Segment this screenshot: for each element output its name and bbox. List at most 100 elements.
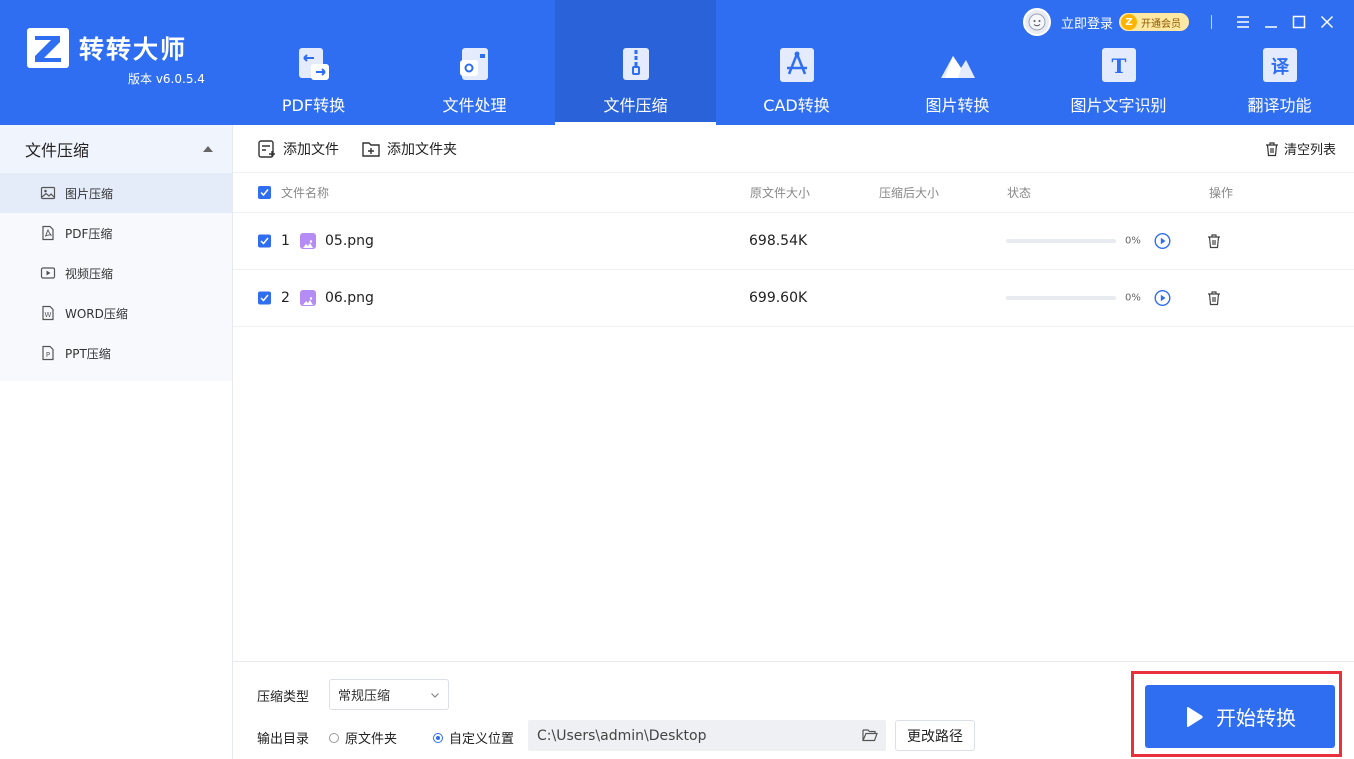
add-file-icon (258, 139, 275, 158)
main-panel: 添加文件 添加文件夹 清空列表 文件名称 原文件大小 压缩后大小 状态 操作 1… (233, 125, 1354, 661)
sidebar-item-pdf-compress[interactable]: PDF压缩 (0, 213, 232, 253)
play-circle-icon[interactable] (1154, 289, 1171, 307)
settings-panel: 压缩类型 常规压缩 输出目录 原文件夹 自定义位置 C:\Users\admin… (233, 661, 1354, 759)
nav-label: 图片文字识别 (1070, 96, 1167, 115)
app-brand: 转转大师 (79, 35, 188, 64)
sidebar-item-word-compress[interactable]: W WORD压缩 (0, 293, 232, 333)
output-path-field[interactable]: C:\Users\admin\Desktop (528, 720, 886, 751)
file-toolbar: 添加文件 添加文件夹 清空列表 (233, 125, 1354, 173)
compress-type-value: 常规压缩 (338, 689, 391, 704)
nav-image-convert[interactable]: 图片转换 (877, 0, 1038, 125)
vip-label: 开通会员 (1141, 18, 1181, 30)
radio-dot (433, 732, 443, 743)
app-header: 转转大师 版本 v6.0.5.4 PDF转换 文件处理 文件压缩 CAD转换 图… (0, 0, 1354, 125)
user-face-icon (1028, 13, 1046, 31)
sidebar-item-label: PDF压缩 (65, 226, 113, 241)
sidebar-section-header[interactable]: 文件压缩 (0, 125, 232, 173)
window-topbar: 立即登录 Z 开通会员 (1022, 8, 1334, 36)
sidebar-item-video-compress[interactable]: 视频压缩 (0, 253, 232, 293)
translate-icon: 译 (1262, 48, 1297, 82)
png-file-icon (300, 233, 316, 249)
file-orig-size: 699.60K (749, 290, 808, 306)
nav-label: 文件处理 (442, 96, 507, 115)
ppt-icon: P (42, 345, 54, 361)
table-row: 2 06.png 699.60K 0% (233, 270, 1354, 327)
radio-custom-label: 自定义位置 (449, 732, 515, 747)
image-icon (40, 186, 56, 200)
clear-list-button[interactable]: 清空列表 (1264, 139, 1336, 158)
ocr-icon: T (1101, 48, 1136, 82)
delete-icon[interactable] (1206, 290, 1222, 306)
row-index: 1 (281, 233, 290, 249)
login-link[interactable]: 立即登录 (1061, 13, 1113, 32)
chevron-down-icon (431, 693, 439, 698)
compress-type-select[interactable]: 常规压缩 (329, 679, 449, 710)
nav-file-process[interactable]: 文件处理 (394, 0, 555, 125)
radio-custom-location[interactable]: 自定义位置 (433, 728, 514, 747)
change-path-button[interactable]: 更改路径 (895, 720, 975, 751)
sidebar-item-label: WORD压缩 (65, 306, 128, 321)
col-header-name[interactable]: 文件名称 (281, 184, 329, 201)
file-process-icon (459, 48, 488, 80)
clear-list-label: 清空列表 (1283, 143, 1336, 158)
sidebar-item-image-compress[interactable]: 图片压缩 (0, 173, 232, 213)
checkmark-icon (260, 237, 269, 245)
play-circle-icon[interactable] (1154, 232, 1171, 250)
progress-percent: 0% (1125, 292, 1141, 304)
add-file-button[interactable]: 添加文件 (257, 139, 339, 159)
avatar[interactable] (1022, 8, 1051, 36)
nav-cad-convert[interactable]: CAD转换 (716, 0, 877, 125)
radio-original-label: 原文件夹 (345, 732, 398, 747)
pdf-icon (42, 225, 54, 241)
radio-dot (329, 732, 339, 743)
app-logo-icon (27, 28, 69, 68)
start-button-highlight: 开始转换 (1131, 671, 1342, 757)
nav-file-compress[interactable]: 文件压缩 (555, 0, 716, 125)
close-icon[interactable] (1320, 15, 1334, 29)
collapse-up-icon[interactable] (202, 145, 214, 153)
folder-open-icon[interactable] (862, 728, 878, 742)
row-checkbox[interactable] (258, 291, 271, 305)
file-name: 05.png (325, 233, 374, 249)
pdf-convert-icon (298, 48, 329, 80)
maximize-icon[interactable] (1292, 15, 1306, 29)
sidebar: 文件压缩 图片压缩 PDF压缩 视频压缩 W WORD压缩 P PPT压缩 (0, 125, 233, 759)
row-index: 2 (281, 290, 290, 306)
nav-label: 文件压缩 (603, 96, 668, 115)
start-convert-button[interactable]: 开始转换 (1145, 685, 1335, 748)
nav-pdf-convert[interactable]: PDF转换 (233, 0, 394, 125)
checkmark-icon (260, 189, 269, 197)
output-dir-label: 输出目录 (257, 732, 310, 747)
col-header-action: 操作 (1209, 186, 1234, 200)
add-folder-label: 添加文件夹 (387, 141, 457, 158)
minimize-icon[interactable] (1264, 15, 1278, 29)
table-row: 1 05.png 698.54K 0% (233, 213, 1354, 270)
row-checkbox[interactable] (258, 234, 271, 248)
vip-badge[interactable]: Z 开通会员 (1119, 13, 1189, 31)
sidebar-list-end (0, 373, 232, 381)
checkmark-icon (260, 294, 269, 302)
nav-label: PDF转换 (281, 96, 346, 115)
sidebar-item-ppt-compress[interactable]: P PPT压缩 (0, 333, 232, 373)
add-folder-button[interactable]: 添加文件夹 (361, 139, 457, 159)
col-header-comp-size[interactable]: 压缩后大小 (879, 184, 939, 201)
cad-convert-icon (779, 48, 814, 82)
file-compress-icon (622, 48, 649, 80)
progress-bar (1006, 296, 1116, 300)
delete-icon[interactable] (1206, 233, 1222, 249)
vip-z-icon: Z (1121, 14, 1137, 30)
table-header: 文件名称 原文件大小 压缩后大小 状态 操作 (233, 173, 1354, 213)
video-icon (40, 267, 56, 279)
radio-original-folder[interactable]: 原文件夹 (329, 728, 397, 747)
sidebar-title: 文件压缩 (25, 141, 90, 160)
col-header-status: 状态 (1007, 186, 1032, 200)
svg-text:P: P (46, 351, 50, 359)
progress-percent: 0% (1125, 235, 1141, 247)
image-convert-icon (940, 56, 975, 78)
select-all-checkbox[interactable] (258, 186, 271, 199)
trash-icon (1265, 141, 1278, 156)
col-header-orig-size[interactable]: 原文件大小 (750, 184, 810, 201)
sidebar-item-label: PPT压缩 (65, 346, 111, 361)
menu-icon[interactable] (1236, 15, 1250, 29)
start-convert-label: 开始转换 (1216, 706, 1296, 730)
